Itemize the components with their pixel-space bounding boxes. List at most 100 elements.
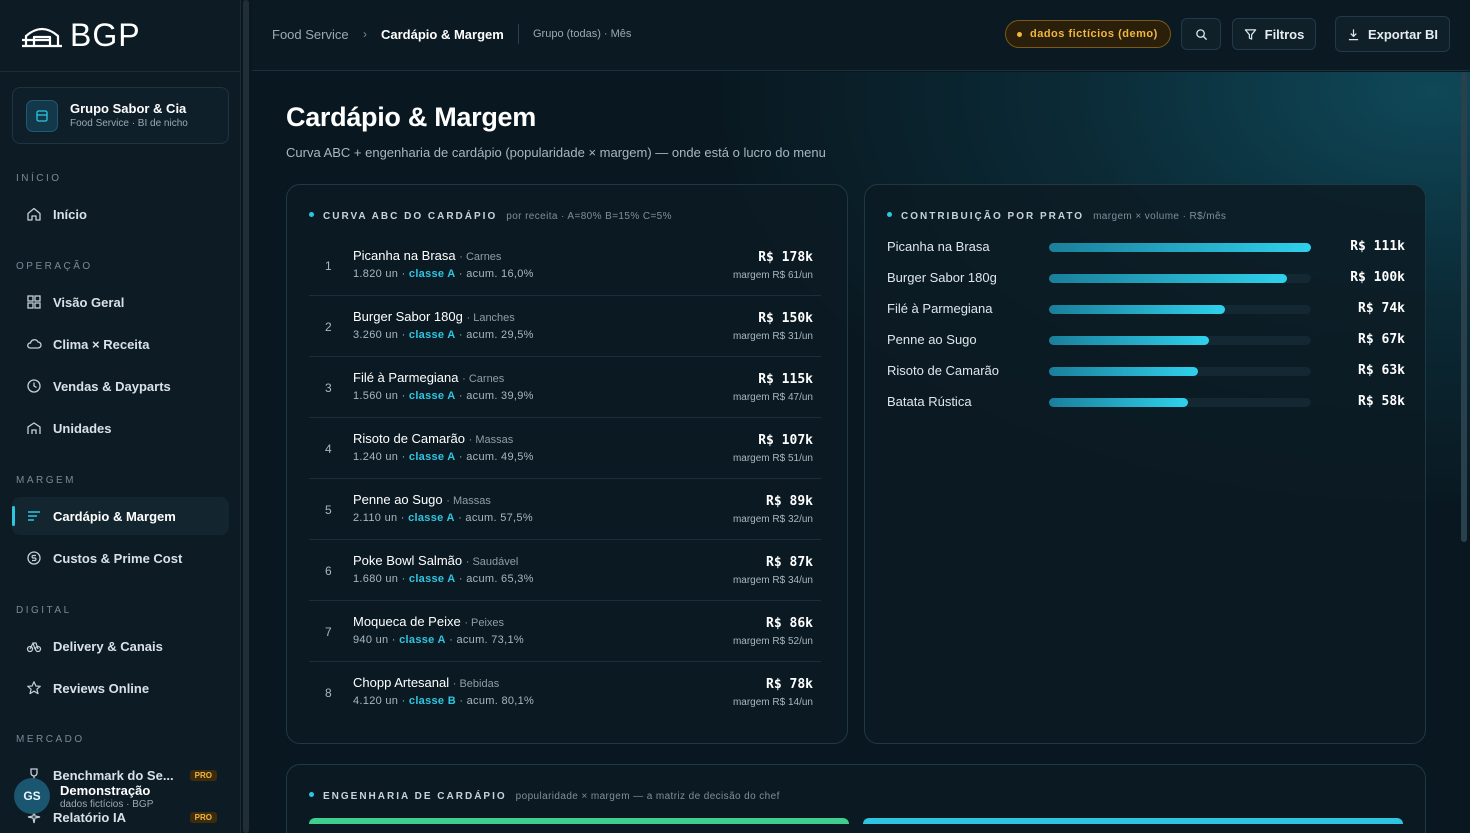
abc-row[interactable]: 1 Picanha na Brasa · Carnes 1.820 un · cla… <box>309 235 821 296</box>
sidebar-item-clima[interactable]: Clima × Receita <box>12 325 229 363</box>
engineering-header: ENGENHARIA DE CARDÁPIO popularidade × ma… <box>309 791 780 802</box>
abc-class: classe B <box>408 695 456 707</box>
user-subtitle: dados fictícios · BGP <box>60 799 154 810</box>
abc-row[interactable]: 3 Filé à Parmegiana · Carnes 1.560 un · cl… <box>309 357 821 418</box>
abc-row[interactable]: 5 Penne ao Sugo · Massas 2.110 un · classe… <box>309 479 821 540</box>
abc-margin: margem R$ 31/un <box>732 331 813 342</box>
sidebar-item-label: Início <box>53 206 87 222</box>
breadcrumb-parent[interactable]: Food Service <box>272 27 349 42</box>
sidebar-item-unidades[interactable]: Unidades <box>12 409 229 447</box>
sidebar-item-inicio[interactable]: Início <box>12 195 229 233</box>
sidebar-item-vendas[interactable]: Vendas & Dayparts <box>12 367 229 405</box>
abc-margin: margem R$ 61/un <box>732 270 813 281</box>
abc-revenue: R$ 150k <box>758 311 813 326</box>
abc-row[interactable]: 8 Chopp Artesanal · Bebidas 4.120 un · cla… <box>309 662 821 723</box>
abc-revenue: R$ 87k <box>766 555 813 570</box>
engineering-subtitle: popularidade × margem — a matriz de deci… <box>515 791 780 802</box>
units: 2.110 un · <box>353 512 405 524</box>
abc-class: classe A <box>408 451 456 463</box>
star-icon <box>27 681 41 695</box>
avatar[interactable]: GS <box>14 778 50 814</box>
dish-category: · Massas <box>468 434 514 446</box>
scrollbar-thumb[interactable] <box>243 0 249 833</box>
sidebar-item-label: Visão Geral <box>53 294 125 310</box>
org-name: Grupo Sabor & Cia <box>70 101 187 116</box>
filters-button[interactable]: Filtros <box>1232 18 1316 50</box>
contrib-row[interactable]: Burger Sabor 180g R$ 100k <box>887 268 1405 288</box>
abc-margin: margem R$ 14/un <box>732 697 813 708</box>
abc-subtitle: por receita · A=80% B=15% C=5% <box>506 211 672 222</box>
contrib-row[interactable]: Batata Rústica R$ 58k <box>887 392 1405 412</box>
menu-list-icon <box>28 511 40 521</box>
contrib-bar-fill <box>1049 305 1225 314</box>
abc-row[interactable]: 4 Risoto de Camarão · Massas 1.240 un · cl… <box>309 418 821 479</box>
abc-margin: margem R$ 52/un <box>732 636 813 647</box>
abc-class: classe A <box>408 512 455 524</box>
contrib-bar-fill <box>1049 274 1287 283</box>
abc-meta: 4.120 un · classe B · acum. 80,1% <box>353 695 534 707</box>
contrib-bar-track <box>1049 367 1311 376</box>
context-filter[interactable]: Grupo (todas) · Mês <box>533 28 631 40</box>
abc-meta: 1.820 un · classe A · acum. 16,0% <box>353 268 534 280</box>
contrib-dish-name: Batata Rústica <box>887 394 972 409</box>
sidebar-item-custos[interactable]: Custos & Prime Cost <box>12 539 229 577</box>
accent-dot <box>309 792 314 797</box>
contrib-row[interactable]: Picanha na Brasa R$ 111k <box>887 237 1405 257</box>
search-icon <box>1195 28 1207 40</box>
abc-row[interactable]: 2 Burger Sabor 180g · Lanches 3.260 un · c… <box>309 296 821 357</box>
org-subtitle: Food Service · BI de nicho <box>70 118 188 129</box>
contrib-bar-track <box>1049 336 1311 345</box>
page-title: Cardápio & Margem <box>286 102 536 132</box>
cloud-icon <box>27 339 42 349</box>
search-button[interactable] <box>1181 18 1221 50</box>
quadrant-star-header <box>309 818 849 824</box>
sidebar-item-label: Unidades <box>53 420 112 436</box>
accumulated: · acum. 29,5% <box>458 329 534 341</box>
abc-class: classe A <box>408 390 456 402</box>
org-switcher[interactable]: Grupo Sabor & Cia Food Service · BI de n… <box>12 87 229 144</box>
sidebar-item-label: Reviews Online <box>53 680 150 696</box>
contrib-dish-name: Risoto de Camarão <box>887 363 999 378</box>
abc-margin: margem R$ 32/un <box>732 514 813 525</box>
sidebar-scrollbar[interactable] <box>241 0 251 833</box>
sidebar-item-label: Vendas & Dayparts <box>53 378 171 394</box>
dish-name: Moqueca de Peixe <box>353 614 461 629</box>
units: 3.260 un · <box>353 329 406 341</box>
abc-meta: 1.240 un · classe A · acum. 49,5% <box>353 451 534 463</box>
abc-rank: 3 <box>325 381 332 395</box>
contrib-value: R$ 67k <box>1358 332 1405 347</box>
dish-name: Chopp Artesanal <box>353 675 450 690</box>
home-icon <box>27 207 41 221</box>
sidebar-item-label: Delivery & Canais <box>53 638 163 654</box>
main-scrollbar[interactable] <box>1461 72 1467 542</box>
filter-icon <box>1244 28 1256 40</box>
demo-badge: dados fictícios (demo) <box>1005 20 1171 48</box>
abc-header: CURVA ABC DO CARDÁPIO por receita · A=80… <box>309 211 672 222</box>
abc-dish-name: Risoto de Camarão · Massas <box>353 431 513 446</box>
contrib-row[interactable]: Filé à Parmegiana R$ 74k <box>887 299 1405 319</box>
abc-title: CURVA ABC DO CARDÁPIO <box>323 211 498 222</box>
contrib-row[interactable]: Penne ao Sugo R$ 67k <box>887 330 1405 350</box>
dish-category: · Lanches <box>466 312 515 324</box>
sidebar-item-visao-geral[interactable]: Visão Geral <box>12 283 229 321</box>
export-button[interactable]: Exportar BI <box>1335 16 1450 52</box>
abc-row[interactable]: 6 Poke Bowl Salmão · Saudável 1.680 un · c… <box>309 540 821 601</box>
abc-rank: 6 <box>325 564 332 578</box>
section-digital: DIGITAL <box>16 605 72 616</box>
sidebar-item-cardapio[interactable]: Cardápio & Margem <box>12 497 229 535</box>
sidebar-item-label: Relatório IA <box>53 809 126 825</box>
breadcrumb-divider <box>518 24 519 44</box>
export-label: Exportar BI <box>1367 26 1439 42</box>
sidebar-item-reviews[interactable]: Reviews Online <box>12 669 229 707</box>
engineering-card: ENGENHARIA DE CARDÁPIO popularidade × ma… <box>286 764 1426 833</box>
contrib-row[interactable]: Risoto de Camarão R$ 63k <box>887 361 1405 381</box>
sidebar-item-label: Clima × Receita <box>53 336 150 352</box>
section-mercado: MERCADO <box>16 734 85 745</box>
abc-class: classe A <box>408 329 456 341</box>
brand-logo[interactable]: BGP <box>20 19 141 51</box>
breadcrumb-separator: › <box>363 27 367 41</box>
sidebar-item-delivery[interactable]: Delivery & Canais <box>12 627 229 665</box>
main-content: Cardápio & Margem Curva ABC + engenharia… <box>252 72 1470 833</box>
abc-row[interactable]: 7 Moqueca de Peixe · Peixes 940 un · class… <box>309 601 821 662</box>
abc-revenue: R$ 178k <box>758 250 813 265</box>
